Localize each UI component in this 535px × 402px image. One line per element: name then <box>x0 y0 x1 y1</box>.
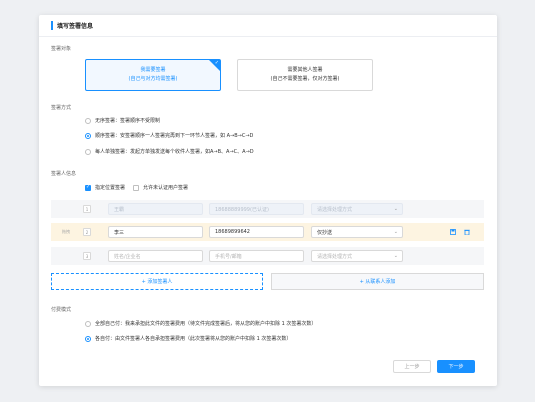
row1-method-select: 请选择处理方式 ⌄ <box>311 203 403 215</box>
signer-row-2: 拖拽 2 李三 18689899642 仅抄送 ⌄ <box>51 223 484 241</box>
row1-method-value: 请选择处理方式 <box>317 206 353 213</box>
specify-position-checkbox[interactable]: 指定位置签署 <box>85 184 125 191</box>
allow-unregistered-checkbox[interactable]: 允许未认证用户签署 <box>133 184 188 191</box>
drag-handle-label[interactable]: 拖拽 <box>62 229 70 235</box>
row3-method-placeholder: 请选择处理方式 <box>317 253 353 260</box>
signer-row-1: 1 王霸 18688889999(已认证) 请选择处理方式 ⌄ <box>51 200 484 218</box>
next-button[interactable]: 下一步 <box>437 360 475 373</box>
radio-circle-checked <box>85 132 91 139</box>
row1-phone-field: 18688889999(已认证) <box>209 203 304 215</box>
form-card: 填写签署信息 签署对象 我需要签署 (自己与对方均需签署) ✓ 需要其他人签署 … <box>39 15 497 386</box>
chevron-down-icon: ⌄ <box>393 253 398 259</box>
payment-self[interactable]: 全部自己付：我来承担此文件的签署费用（待文件完成签署后，将从您的账户中扣除 1 … <box>85 320 316 327</box>
section-method-label: 签署方式 <box>51 105 72 111</box>
delete-icon[interactable] <box>463 229 470 236</box>
payment-self-label: 全部自己付：我来承担此文件的签署费用（待文件完成签署后，将从您的账户中扣除 1 … <box>95 321 317 327</box>
method-unordered-label: 无序签署：签署顺序不受限制 <box>95 118 161 124</box>
option-others-sign-title: 需要其他人签署 <box>287 67 323 73</box>
section-target-label: 签署对象 <box>51 46 72 52</box>
method-sequential[interactable]: 顺序签署：安签署顺序一人签署完再到下一环节人签署，如 A→B→C→D <box>85 132 253 139</box>
option-i-sign[interactable]: 我需要签署 (自己与对方均需签署) ✓ <box>85 59 221 91</box>
row3-phone-input[interactable]: 手机号/邮箱 <box>209 250 304 262</box>
radio-circle <box>85 117 91 124</box>
radio-circle <box>85 320 91 327</box>
prev-button[interactable]: 上一步 <box>393 360 431 373</box>
row2-method-select[interactable]: 仅抄送 ⌄ <box>311 226 403 238</box>
payment-each[interactable]: 各自付：由文件签署人各自承担签署费用（此次签署将从您的账户中扣除 1 次签署次数… <box>85 335 291 342</box>
add-signer-button[interactable]: + 添加签署人 <box>51 273 263 290</box>
specify-position-label: 指定位置签署 <box>95 185 126 191</box>
add-from-contacts-button[interactable]: + 从联系人添加 <box>271 273 484 290</box>
allow-unregistered-label: 允许未认证用户签署 <box>143 185 189 191</box>
card-header: 填写签署信息 <box>39 15 497 37</box>
method-individual[interactable]: 每人单独签署：发起方单独发送每个收件人签署，如A→B、A→C、A→D <box>85 148 254 155</box>
option-i-sign-sub: (自己与对方均需签署) <box>128 76 178 82</box>
signer-row-3: 3 姓名/企业名 手机号/邮箱 请选择处理方式 ⌄ <box>51 247 484 265</box>
option-others-sign-sub: (自己不需要签署，仅对方签署) <box>270 76 340 82</box>
radio-circle-checked <box>85 335 91 342</box>
method-unordered[interactable]: 无序签署：签署顺序不受限制 <box>85 117 160 124</box>
row3-name-input[interactable]: 姓名/企业名 <box>108 250 203 262</box>
row-number: 1 <box>83 205 91 213</box>
row-number: 3 <box>83 252 91 260</box>
chevron-down-icon: ⌄ <box>393 206 398 212</box>
row2-name-input[interactable]: 李三 <box>108 226 203 238</box>
radio-circle <box>85 148 91 155</box>
chevron-down-icon: ⌄ <box>393 229 398 235</box>
payment-each-label: 各自付：由文件签署人各自承担签署费用（此次签署将从您的账户中扣除 1 次签署次数… <box>95 336 292 342</box>
option-others-sign[interactable]: 需要其他人签署 (自己不需要签署，仅对方签署) <box>237 59 373 91</box>
row2-method-value: 仅抄送 <box>317 229 333 236</box>
row-number: 2 <box>83 228 91 236</box>
checkbox <box>133 184 139 191</box>
option-i-sign-title: 我需要签署 <box>140 67 166 73</box>
page-title: 填写签署信息 <box>57 23 94 30</box>
title-accent-bar <box>51 21 53 30</box>
save-icon[interactable] <box>449 229 456 236</box>
section-signer-label: 签署人信息 <box>51 171 77 177</box>
row3-method-select[interactable]: 请选择处理方式 ⌄ <box>311 250 403 262</box>
method-individual-label: 每人单独签署：发起方单独发送每个收件人签署，如A→B、A→C、A→D <box>95 149 254 155</box>
row1-name-field: 王霸 <box>108 203 203 215</box>
row2-phone-input[interactable]: 18689899642 <box>209 226 304 238</box>
method-sequential-label: 顺序签署：安签署顺序一人签署完再到下一环节人签署，如 A→B→C→D <box>95 133 254 139</box>
check-icon: ✓ <box>214 60 219 66</box>
section-payment-label: 付费模式 <box>51 307 72 313</box>
checkbox-checked <box>85 184 91 191</box>
